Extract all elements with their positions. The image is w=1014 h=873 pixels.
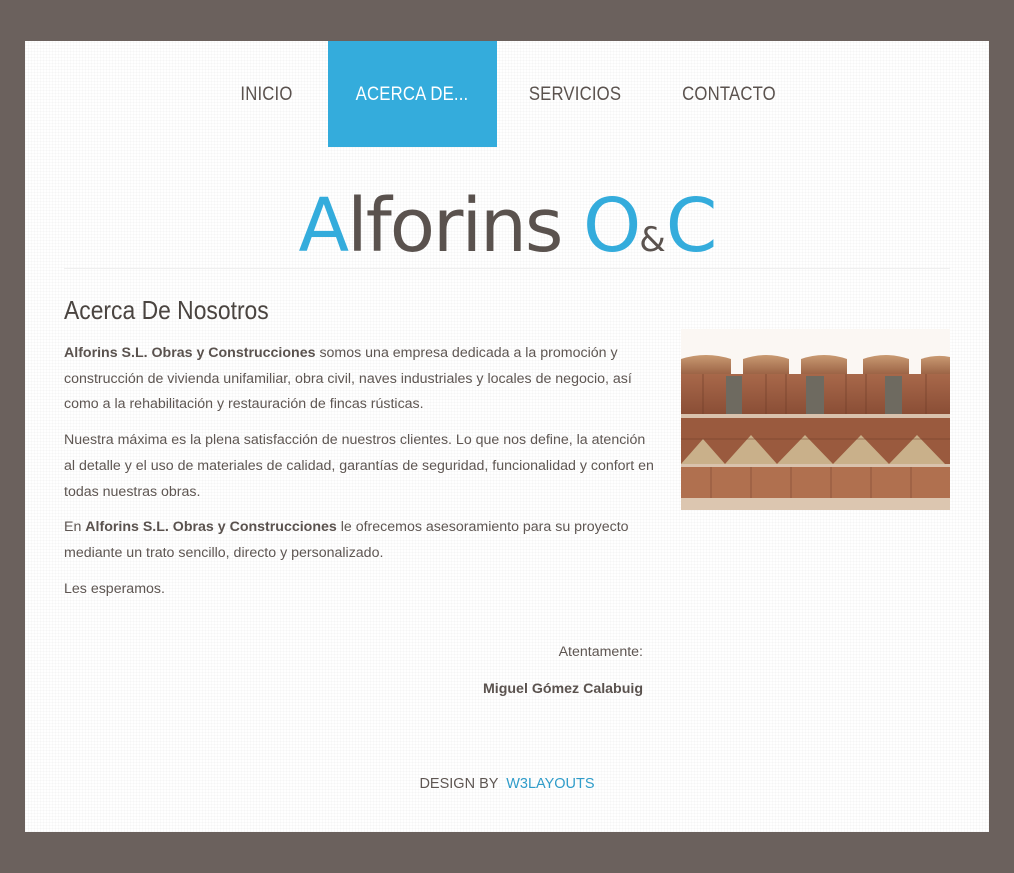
main-nav: INICIO ACERCA DE... SERVICIOS CONTACTO [25, 41, 989, 147]
nav-item-acerca-de-label: ACERCA DE... [356, 84, 469, 105]
site-logo[interactable]: Alforins O&C [25, 181, 989, 285]
footer: DESIGN BY W3LAYOUTS [25, 776, 989, 792]
footer-w3layouts-link[interactable]: W3LAYOUTS [506, 776, 594, 792]
page-title: Acerca De Nosotros [64, 295, 269, 325]
company-name-bold: Alforins S.L. Obras y Construcciones [64, 345, 316, 361]
about-content: Alforins S.L. Obras y Construcciones som… [64, 341, 654, 612]
about-paragraph-1: Alforins S.L. Obras y Construcciones som… [64, 341, 654, 418]
nav-item-acerca-de[interactable]: ACERCA DE... [328, 41, 497, 147]
closing-text: Atentamente: [558, 644, 643, 660]
header-divider [64, 268, 950, 269]
logo-text-lforins: lforins [347, 183, 584, 269]
about-paragraph-3: En Alforins S.L. Obras y Construcciones … [64, 515, 654, 566]
page-container: INICIO ACERCA DE... SERVICIOS CONTACTO A… [25, 41, 989, 832]
about-paragraph-3-prefix: En [64, 519, 86, 536]
about-paragraph-2: Nuestra máxima es la plena satisfacción … [64, 432, 654, 500]
company-name-bold: Alforins S.L. Obras y Construcciones [85, 519, 337, 536]
footer-design-by: DESIGN BY [419, 776, 499, 792]
logo-letter-c: C [665, 183, 718, 269]
logo-letter-a: A [298, 183, 350, 269]
brick-wall-image [681, 329, 950, 510]
signature-name: Miguel Gómez Calabuig [482, 681, 643, 697]
brick-wall-illustration [681, 329, 950, 510]
logo-letter-o: O [583, 183, 641, 269]
logo-ampersand: & [639, 220, 666, 260]
about-paragraph-4: Les esperamos. [64, 580, 165, 597]
nav-item-contacto[interactable]: CONTACTO [681, 41, 778, 147]
nav-item-inicio[interactable]: INICIO [229, 41, 304, 147]
nav-item-servicios[interactable]: SERVICIOS [526, 41, 625, 147]
